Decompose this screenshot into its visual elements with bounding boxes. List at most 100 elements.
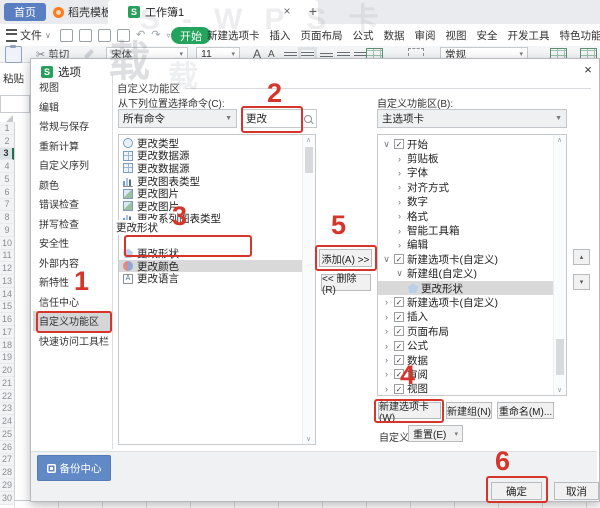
checkbox-checked[interactable]: ✓	[394, 297, 404, 307]
scroll-down-icon[interactable]: ∨	[554, 386, 565, 394]
sidebar-item-拼写检查[interactable]: 拼写检查	[33, 214, 112, 234]
tree-item[interactable]: ›数字	[378, 195, 566, 209]
row-header-12[interactable]: 12	[0, 262, 14, 275]
file-menu[interactable]: 文件 ∨	[6, 24, 51, 46]
row-header-25[interactable]: 25	[0, 428, 14, 441]
row-header-10[interactable]: 10	[0, 237, 14, 250]
row-header-30[interactable]: 30	[0, 492, 14, 505]
cancel-button[interactable]: 取消	[554, 482, 599, 500]
chevron-collapsed-icon[interactable]: ›	[395, 197, 404, 207]
row-header-11[interactable]: 11	[0, 250, 14, 263]
tree-item[interactable]: ›智能工具箱	[378, 223, 566, 237]
tab-docer[interactable]: 稻壳模板	[48, 0, 116, 24]
tree-item[interactable]: ›对齐方式	[378, 180, 566, 194]
tree-item[interactable]: ∨新建组(自定义)	[378, 267, 566, 281]
move-up-button[interactable]: ▴	[573, 249, 590, 265]
sidebar-item-颜色[interactable]: 颜色	[33, 175, 112, 195]
command-list-scrollbar[interactable]: ∧ ∨	[302, 135, 315, 444]
sidebar-item-安全性[interactable]: 安全性	[33, 233, 112, 253]
row-header-5[interactable]: 5	[0, 173, 14, 186]
row-header-6[interactable]: 6	[0, 186, 14, 199]
search-icon[interactable]	[304, 115, 312, 123]
chevron-collapsed-icon[interactable]: ›	[382, 355, 391, 365]
chevron-collapsed-icon[interactable]: ›	[382, 326, 391, 336]
ribbon-tab-审阅[interactable]: 审阅	[415, 28, 436, 43]
chevron-expanded-icon[interactable]: ∨	[395, 268, 404, 279]
tree-item[interactable]: ›✓公式	[378, 338, 566, 352]
paste-icon[interactable]	[5, 46, 22, 63]
tree-item[interactable]: ›格式	[378, 209, 566, 223]
scrollbar-thumb[interactable]	[305, 147, 313, 173]
checkbox-checked[interactable]: ✓	[394, 312, 404, 322]
row-header-13[interactable]: 13	[0, 275, 14, 288]
chevron-collapsed-icon[interactable]: ›	[395, 168, 404, 178]
tree-item[interactable]: ∨✓新建选项卡(自定义)	[378, 252, 566, 266]
ribbon-tree[interactable]: ∧ ∨ ∨✓开始›剪贴板›字体›对齐方式›数字›格式›智能工具箱›编辑∨✓新建选…	[377, 134, 567, 396]
chevron-collapsed-icon[interactable]: ›	[382, 312, 391, 322]
ribbon-tab-公式[interactable]: 公式	[353, 28, 374, 43]
row-header-21[interactable]: 21	[0, 377, 14, 390]
chevron-collapsed-icon[interactable]: ›	[382, 297, 391, 307]
command-list[interactable]: ∧ ∨ 更改类型更改数据源更改数据源更改图表类型更改图片更改图片更改系列图表类型…	[118, 134, 316, 445]
scrollbar-thumb[interactable]	[556, 339, 564, 375]
chevron-collapsed-icon[interactable]: ›	[395, 154, 404, 164]
tab-home[interactable]: 首页	[4, 3, 46, 21]
print-icon[interactable]	[98, 29, 111, 42]
remove-button[interactable]: << 删除(R)	[321, 274, 371, 291]
command-source-select[interactable]: 所有命令 ▼	[118, 109, 237, 128]
new-group-button[interactable]: 新建组(N)	[446, 402, 492, 419]
command-item[interactable]: A更改语言	[119, 272, 315, 285]
close-icon[interactable]: ×	[580, 61, 596, 77]
reset-button[interactable]: 重置(E) ▾	[408, 425, 463, 442]
sidebar-item-重新计算[interactable]: 重新计算	[33, 136, 112, 156]
ribbon-tab-安全[interactable]: 安全	[477, 28, 498, 43]
ribbon-tab-插入[interactable]: 插入	[270, 28, 291, 43]
sidebar-item-信任中心[interactable]: 信任中心	[33, 292, 112, 312]
checkbox-checked[interactable]: ✓	[394, 341, 404, 351]
sidebar-item-常规与保存[interactable]: 常规与保存	[33, 116, 112, 136]
tree-item[interactable]: ›字体	[378, 166, 566, 180]
scroll-down-icon[interactable]: ∨	[303, 435, 314, 443]
row-header-28[interactable]: 28	[0, 466, 14, 479]
tree-item[interactable]: ›剪贴板	[378, 151, 566, 165]
ribbon-tab-数据[interactable]: 数据	[384, 28, 405, 43]
sidebar-item-错误检查[interactable]: 错误检查	[33, 194, 112, 214]
row-header-14[interactable]: 14	[0, 288, 14, 301]
chevron-collapsed-icon[interactable]: ›	[382, 341, 391, 351]
new-tab-icon[interactable]: +	[305, 3, 321, 19]
row-header-27[interactable]: 27	[0, 454, 14, 467]
tree-item[interactable]: ∨✓开始	[378, 137, 566, 151]
chevron-collapsed-icon[interactable]: ›	[395, 211, 404, 221]
row-header-3[interactable]: 3	[0, 148, 14, 161]
chevron-collapsed-icon[interactable]: ›	[395, 182, 404, 192]
row-header-15[interactable]: 15	[0, 301, 14, 314]
row-header-26[interactable]: 26	[0, 441, 14, 454]
checkbox-checked[interactable]: ✓	[394, 326, 404, 336]
ribbon-tab-开发工具[interactable]: 开发工具	[508, 28, 550, 43]
tab-start[interactable]: 开始	[171, 27, 211, 44]
tree-item[interactable]: ›✓新建选项卡(自定义)	[378, 295, 566, 309]
sidebar-item-外部内容[interactable]: 外部内容	[33, 253, 112, 273]
output-icon[interactable]	[79, 29, 92, 42]
row-header-16[interactable]: 16	[0, 313, 14, 326]
tree-item[interactable]: 更改形状	[378, 281, 566, 295]
row-header-1[interactable]: 1	[0, 122, 14, 135]
ribbon-tab-新建选项卡[interactable]: 新建选项卡	[207, 28, 260, 43]
sidebar-item-自定义序列[interactable]: 自定义序列	[33, 155, 112, 175]
tree-item[interactable]: ›编辑	[378, 238, 566, 252]
sidebar-item-视图[interactable]: 视图	[33, 77, 112, 97]
checkbox-checked[interactable]: ✓	[394, 139, 404, 149]
checkbox-checked[interactable]: ✓	[394, 254, 404, 264]
sidebar-item-快速访问工具栏[interactable]: 快速访问工具栏	[33, 331, 112, 351]
tree-item[interactable]: ›✓页面布局	[378, 324, 566, 338]
ribbon-tab-页面布局[interactable]: 页面布局	[301, 28, 343, 43]
chevron-expanded-icon[interactable]: ∨	[382, 139, 391, 150]
row-header-19[interactable]: 19	[0, 352, 14, 365]
tree-scrollbar[interactable]: ∧ ∨	[553, 135, 566, 395]
row-header-18[interactable]: 18	[0, 339, 14, 352]
row-header-4[interactable]: 4	[0, 160, 14, 173]
undo-icon[interactable]: ↶	[136, 30, 145, 41]
row-header-2[interactable]: 2	[0, 135, 14, 148]
save-icon[interactable]	[60, 29, 73, 42]
row-header-24[interactable]: 24	[0, 415, 14, 428]
